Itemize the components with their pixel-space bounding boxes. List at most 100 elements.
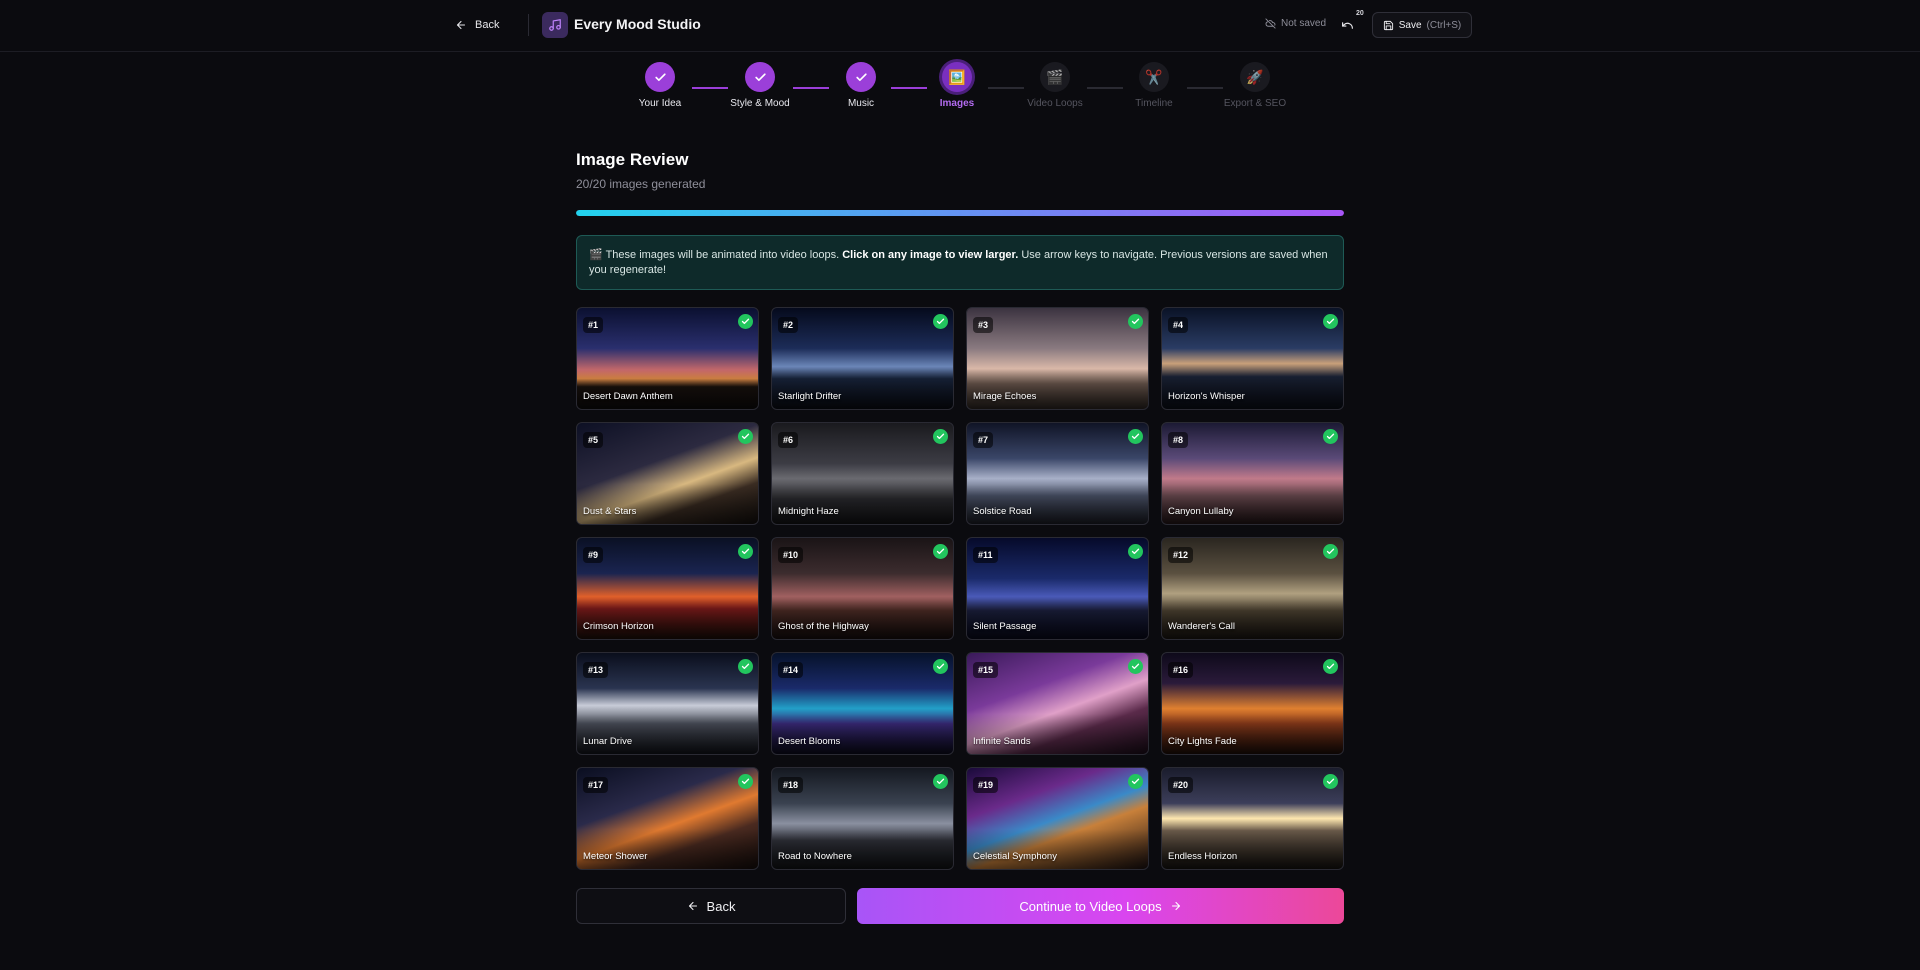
image-card[interactable]: #20 Endless Horizon bbox=[1161, 767, 1344, 870]
image-title: Dust & Stars bbox=[583, 506, 637, 517]
top-back-button[interactable]: Back bbox=[455, 14, 499, 36]
image-number-badge: #4 bbox=[1168, 317, 1189, 333]
image-card[interactable]: #15 Infinite Sands bbox=[966, 652, 1149, 755]
image-card[interactable]: #9 Crimson Horizon bbox=[576, 537, 759, 640]
image-number-badge: #7 bbox=[973, 432, 994, 448]
approved-check-icon bbox=[933, 544, 948, 559]
top-divider bbox=[528, 14, 529, 36]
image-card[interactable]: #8 Canyon Lullaby bbox=[1161, 422, 1344, 525]
image-card[interactable]: #6 Midnight Haze bbox=[771, 422, 954, 525]
image-card[interactable]: #16 City Lights Fade bbox=[1161, 652, 1344, 755]
image-card[interactable]: #2 Starlight Drifter bbox=[771, 307, 954, 410]
approved-check-icon bbox=[738, 544, 753, 559]
image-title: Desert Dawn Anthem bbox=[583, 391, 673, 402]
image-number-badge: #15 bbox=[973, 662, 999, 678]
image-title: Crimson Horizon bbox=[583, 621, 654, 632]
image-title: City Lights Fade bbox=[1168, 736, 1237, 747]
image-title: Meteor Shower bbox=[583, 851, 648, 862]
step-icon: 🖼️ bbox=[948, 68, 966, 85]
image-card[interactable]: #4 Horizon's Whisper bbox=[1161, 307, 1344, 410]
info-text-bold: Click on any image to view larger. bbox=[842, 249, 1019, 261]
image-card[interactable]: #5 Dust & Stars bbox=[576, 422, 759, 525]
progress-stepper: Your Idea Style & Mood Music 🖼️ Images 🎬 Video… bbox=[0, 62, 1920, 122]
image-card[interactable]: #17 Meteor Shower bbox=[576, 767, 759, 870]
page-subtitle: 20/20 images generated bbox=[576, 177, 706, 191]
continue-button[interactable]: Continue to Video Loops bbox=[857, 888, 1344, 924]
step-circle: 🚀 bbox=[1240, 62, 1270, 92]
step-label: Style & Mood bbox=[730, 98, 790, 109]
image-card[interactable]: #19 Celestial Symphony bbox=[966, 767, 1149, 870]
image-title: Ghost of the Highway bbox=[778, 621, 869, 632]
arrow-left-icon bbox=[456, 20, 466, 30]
top-back-label: Back bbox=[475, 19, 500, 31]
approved-check-icon bbox=[933, 314, 948, 329]
image-number-badge: #8 bbox=[1168, 432, 1189, 448]
step-label: Timeline bbox=[1135, 98, 1173, 109]
image-title: Solstice Road bbox=[973, 506, 1032, 517]
step-circle: 🎬 bbox=[1040, 62, 1070, 92]
save-label: Save bbox=[1398, 19, 1422, 31]
image-card[interactable]: #10 Ghost of the Highway bbox=[771, 537, 954, 640]
save-icon bbox=[1383, 20, 1393, 30]
image-number-badge: #10 bbox=[778, 547, 804, 563]
image-number-badge: #13 bbox=[583, 662, 609, 678]
step-circle bbox=[846, 62, 876, 92]
step-circle bbox=[645, 62, 675, 92]
image-title: Lunar Drive bbox=[583, 736, 633, 747]
step-circle bbox=[745, 62, 775, 92]
image-card[interactable]: #13 Lunar Drive bbox=[576, 652, 759, 755]
approved-check-icon bbox=[1323, 544, 1338, 559]
image-title: Horizon's Whisper bbox=[1168, 391, 1245, 402]
info-banner: 🎬 These images will be animated into vid… bbox=[576, 235, 1344, 290]
undo-count-badge: 20 bbox=[1356, 10, 1364, 17]
approved-check-icon bbox=[933, 659, 948, 674]
approved-check-icon bbox=[1323, 429, 1338, 444]
save-button[interactable]: Save (Ctrl+S) bbox=[1372, 12, 1472, 38]
image-thumbnail bbox=[772, 484, 953, 524]
image-number-badge: #5 bbox=[583, 432, 604, 448]
check-icon bbox=[855, 72, 867, 81]
image-number-badge: #11 bbox=[973, 547, 998, 563]
approved-check-icon bbox=[1128, 429, 1143, 444]
approved-check-icon bbox=[1128, 314, 1143, 329]
step-circle: ✂️ bbox=[1139, 62, 1169, 92]
image-number-badge: #1 bbox=[583, 317, 604, 333]
approved-check-icon bbox=[1128, 659, 1143, 674]
approved-check-icon bbox=[1128, 544, 1143, 559]
step-6: 🚀 Export & SEO bbox=[1205, 62, 1305, 109]
info-text: These images will be animated into video… bbox=[605, 249, 840, 261]
generation-progress-bar bbox=[576, 210, 1344, 216]
step-2[interactable]: Music bbox=[811, 62, 911, 109]
image-number-badge: #3 bbox=[973, 317, 994, 333]
back-button[interactable]: Back bbox=[576, 888, 846, 924]
image-card[interactable]: #18 Road to Nowhere bbox=[771, 767, 954, 870]
image-title: Canyon Lullaby bbox=[1168, 506, 1234, 517]
image-title: Desert Blooms bbox=[778, 736, 841, 747]
cloud-off-icon bbox=[1265, 18, 1276, 29]
image-thumbnail bbox=[577, 484, 758, 524]
image-card[interactable]: #1 Desert Dawn Anthem bbox=[576, 307, 759, 410]
image-title: Infinite Sands bbox=[973, 736, 1031, 747]
save-status-text: Not saved bbox=[1281, 18, 1327, 29]
step-label: Export & SEO bbox=[1223, 98, 1287, 109]
image-number-badge: #20 bbox=[1168, 777, 1194, 793]
image-card[interactable]: #12 Wanderer's Call bbox=[1161, 537, 1344, 640]
image-number-badge: #16 bbox=[1168, 662, 1194, 678]
image-title: Wanderer's Call bbox=[1168, 621, 1235, 632]
image-title: Starlight Drifter bbox=[778, 391, 842, 402]
step-1[interactable]: Style & Mood bbox=[710, 62, 810, 109]
image-card[interactable]: #11 Silent Passage bbox=[966, 537, 1149, 640]
step-0[interactable]: Your Idea bbox=[610, 62, 710, 109]
image-thumbnail bbox=[772, 714, 953, 754]
image-title: Silent Passage bbox=[973, 621, 1037, 632]
step-label: Video Loops bbox=[1027, 98, 1083, 109]
image-card[interactable]: #7 Solstice Road bbox=[966, 422, 1149, 525]
save-shortcut: (Ctrl+S) bbox=[1426, 19, 1462, 31]
image-card[interactable]: #14 Desert Blooms bbox=[771, 652, 954, 755]
image-card[interactable]: #3 Mirage Echoes bbox=[966, 307, 1149, 410]
step-label: Your Idea bbox=[638, 98, 682, 109]
approved-check-icon bbox=[933, 774, 948, 789]
image-thumbnail bbox=[967, 369, 1148, 409]
undo-button[interactable] bbox=[1336, 14, 1358, 36]
check-icon bbox=[754, 72, 766, 81]
